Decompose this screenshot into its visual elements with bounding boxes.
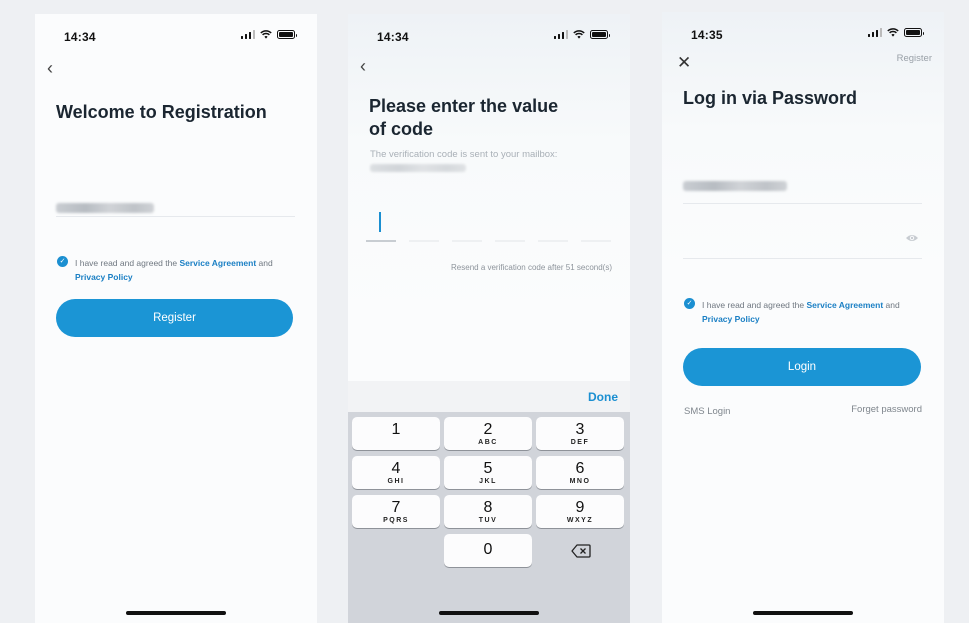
forget-password-link[interactable]: Forget password [851,404,922,415]
status-time: 14:34 [377,30,409,44]
masked-email [370,164,466,172]
code-cursor [379,212,381,232]
battery-icon [904,28,924,37]
signal-icon [867,28,882,37]
close-icon[interactable]: ✕ [677,54,691,71]
register-button[interactable]: Register [56,299,293,337]
check-icon[interactable]: ✓ [57,256,68,267]
code-digit-box[interactable] [409,240,439,242]
agreement-row: ✓ I have read and agreed the Service Agr… [57,256,302,284]
home-indicator [753,611,853,615]
service-agreement-link[interactable]: Service Agreement [179,258,256,268]
eye-icon[interactable] [905,231,919,245]
code-digit-box[interactable] [366,240,396,242]
agreement-row: ✓ I have read and agreed the Service Agr… [684,298,929,326]
home-indicator [126,611,226,615]
account-field-value[interactable] [683,181,787,191]
signal-icon [553,30,568,39]
account-field-underline [683,203,922,204]
check-icon[interactable]: ✓ [684,298,695,309]
back-icon[interactable]: ‹ [47,59,53,77]
key-4[interactable]: 4 GHI [352,456,440,489]
numeric-keyboard: Done 1 2 ABC 3 DEF 4 GHI 5 JKL 6 MNO 7 PQRS 8T… [348,381,630,623]
wifi-icon [260,30,272,39]
privacy-policy-link[interactable]: Privacy Policy [702,314,760,324]
page-title: Welcome to Registration [56,102,267,122]
status-bar: 14:35 [662,12,944,56]
page-title: Log in via Password [683,88,858,108]
resend-countdown: Resend a verification code after 51 seco… [451,263,612,272]
privacy-policy-link[interactable]: Privacy Policy [75,272,133,282]
key-9[interactable]: 9 WXYZ [536,495,624,528]
registration-screen: 14:34 ‹ Welcome to Registration ✓ I have… [35,14,317,623]
key-0[interactable]: 0 [444,534,532,567]
key-5[interactable]: 5 JKL [444,456,532,489]
login-button[interactable]: Login [683,348,921,386]
password-field-underline[interactable] [683,258,922,259]
key-1[interactable]: 1 [352,417,440,450]
login-screen: 14:35 ✕ Register Log in via Password ✓ I… [662,12,944,623]
status-bar: 14:34 [35,14,317,58]
code-digit-box[interactable] [538,240,568,242]
keyboard-toolbar: Done [348,381,630,412]
service-agreement-link[interactable]: Service Agreement [806,300,883,310]
code-digit-box[interactable] [495,240,525,242]
code-digit-box[interactable] [452,240,482,242]
code-digit-box[interactable] [581,240,611,242]
key-2[interactable]: 2 ABC [444,417,532,450]
email-field-underline [56,216,295,217]
key-6[interactable]: 6 MNO [536,456,624,489]
status-time: 14:35 [691,28,723,42]
wifi-icon [573,30,585,39]
sms-login-link[interactable]: SMS Login [684,406,730,417]
status-bar: 14:34 [348,14,630,58]
verification-subtitle: The verification code is sent to your ma… [370,149,558,160]
delete-icon[interactable] [571,544,591,558]
battery-icon [590,30,610,39]
page-title: Please enter the value of code [369,96,559,139]
status-time: 14:34 [64,30,96,44]
key-3[interactable]: 3 DEF [536,417,624,450]
register-link[interactable]: Register [897,53,932,64]
wifi-icon [887,28,899,37]
key-8[interactable]: 8 TUV [444,495,532,528]
done-button[interactable]: Done [588,390,618,404]
signal-icon [240,30,255,39]
battery-icon [277,30,297,39]
key-7[interactable]: 7 PQRS [352,495,440,528]
home-indicator [439,611,539,615]
verification-screen: 14:34 ‹ Please enter the value of code T… [348,14,630,623]
email-field-value[interactable] [56,203,154,213]
back-icon[interactable]: ‹ [360,57,366,75]
